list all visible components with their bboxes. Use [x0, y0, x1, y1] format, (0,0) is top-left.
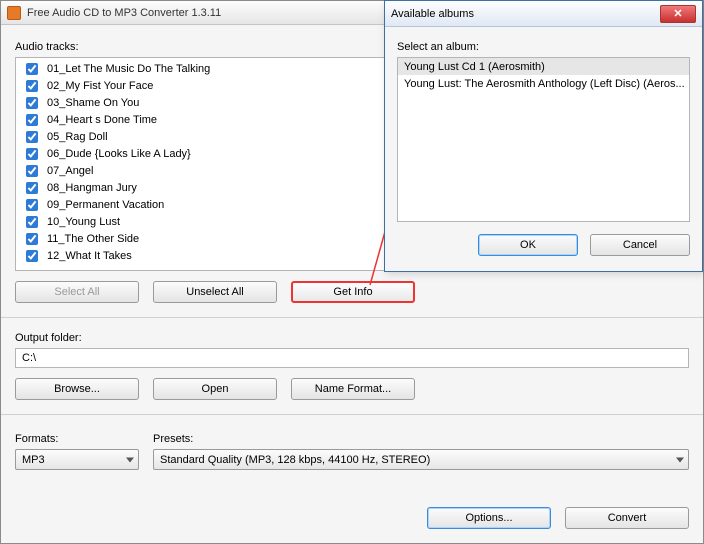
open-button[interactable]: Open [153, 378, 277, 400]
convert-button[interactable]: Convert [565, 507, 689, 529]
track-checkbox[interactable] [26, 199, 38, 211]
track-label: 08_Hangman Jury [47, 182, 137, 194]
format-select[interactable]: MP3 [15, 449, 139, 470]
track-checkbox[interactable] [26, 165, 38, 177]
track-checkbox[interactable] [26, 148, 38, 160]
formats-label: Formats: [15, 433, 139, 445]
track-checkbox[interactable] [26, 131, 38, 143]
track-label: 03_Shame On You [47, 97, 139, 109]
browse-button[interactable]: Browse... [15, 378, 139, 400]
divider [1, 317, 703, 318]
divider [1, 414, 703, 415]
track-checkbox[interactable] [26, 80, 38, 92]
album-list[interactable]: Young Lust Cd 1 (Aerosmith)Young Lust: T… [397, 57, 690, 222]
preset-select[interactable]: Standard Quality (MP3, 128 kbps, 44100 H… [153, 449, 689, 470]
options-button[interactable]: Options... [427, 507, 551, 529]
chevron-down-icon [126, 457, 134, 462]
unselect-all-button[interactable]: Unselect All [153, 281, 277, 303]
track-label: 04_Heart s Done Time [47, 114, 157, 126]
dialog-titlebar: Available albums ✕ [385, 1, 702, 27]
select-album-label: Select an album: [397, 41, 690, 53]
close-button[interactable]: ✕ [660, 5, 696, 23]
track-checkbox[interactable] [26, 182, 38, 194]
dialog-title: Available albums [391, 8, 660, 20]
cancel-button[interactable]: Cancel [590, 234, 690, 256]
ok-button[interactable]: OK [478, 234, 578, 256]
track-label: 06_Dude {Looks Like A Lady} [47, 148, 191, 160]
format-value: MP3 [22, 454, 45, 466]
track-label: 10_Young Lust [47, 216, 120, 228]
presets-label: Presets: [153, 433, 689, 445]
album-row[interactable]: Young Lust: The Aerosmith Anthology (Lef… [398, 75, 689, 92]
output-folder-label: Output folder: [15, 332, 689, 344]
close-icon: ✕ [673, 7, 682, 20]
track-checkbox[interactable] [26, 216, 38, 228]
name-format-button[interactable]: Name Format... [291, 378, 415, 400]
track-label: 02_My Fist Your Face [47, 80, 153, 92]
track-label: 09_Permanent Vacation [47, 199, 164, 211]
available-albums-dialog: Available albums ✕ Select an album: Youn… [384, 0, 703, 272]
track-checkbox[interactable] [26, 250, 38, 262]
preset-value: Standard Quality (MP3, 128 kbps, 44100 H… [160, 454, 430, 466]
track-label: 07_Angel [47, 165, 94, 177]
track-label: 12_What It Takes [47, 250, 132, 262]
track-label: 05_Rag Doll [47, 131, 108, 143]
track-label: 01_Let The Music Do The Talking [47, 63, 210, 75]
window-title: Free Audio CD to MP3 Converter 1.3.11 [27, 7, 221, 19]
track-checkbox[interactable] [26, 233, 38, 245]
select-all-button[interactable]: Select All [15, 281, 139, 303]
album-row[interactable]: Young Lust Cd 1 (Aerosmith) [398, 58, 689, 75]
track-checkbox[interactable] [26, 114, 38, 126]
chevron-down-icon [676, 457, 684, 462]
track-checkbox[interactable] [26, 63, 38, 75]
app-icon [7, 6, 21, 20]
track-label: 11_The Other Side [47, 233, 139, 245]
output-folder-input[interactable] [15, 348, 689, 368]
get-info-button[interactable]: Get Info [291, 281, 415, 303]
track-checkbox[interactable] [26, 97, 38, 109]
